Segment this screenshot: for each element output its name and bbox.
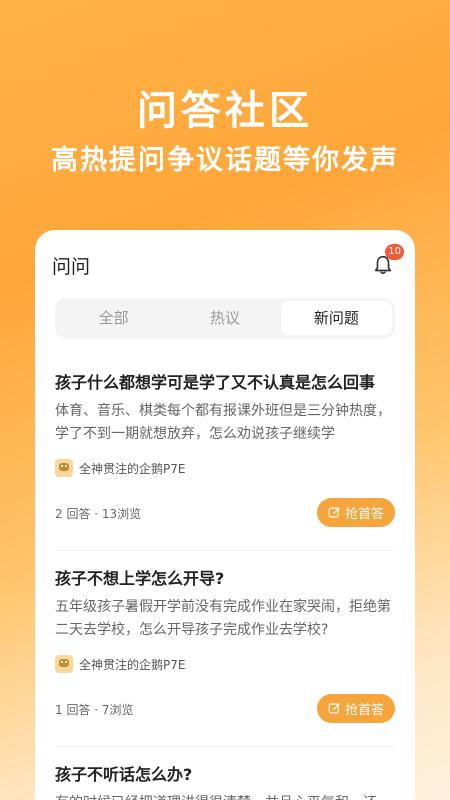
author-name: 全神贯注的企鹅P7E: [79, 461, 186, 476]
question-author: 全神贯注的企鹅P7E: [55, 654, 395, 674]
qa-card: 问问 10 全部 热议 新问题 孩子什么都想学可是学了又不认真是怎么回事 体育、…: [35, 230, 415, 800]
divider: [55, 746, 395, 747]
first-answer-button[interactable]: 抢首答: [317, 498, 395, 527]
question-body: 有的时候已经把道理讲得很清楚，并且心平气和，还: [55, 792, 395, 800]
question-author: 全神贯注的企鹅P7E: [55, 458, 395, 478]
question-item[interactable]: 孩子不听话怎么办? 有的时候已经把道理讲得很清楚，并且心平气和，还: [55, 764, 395, 800]
question-body: 五年级孩子暑假开学前没有完成作业在家哭闹，拒绝第二天去学校，怎么开导孩子完成作业…: [55, 599, 391, 638]
edit-icon: [328, 702, 341, 714]
question-stats: 1 回答 · 7浏览: [55, 703, 134, 717]
first-answer-button[interactable]: 抢首答: [317, 694, 395, 723]
question-footer: 1 回答 · 7浏览 抢首答: [55, 694, 395, 724]
hero-banner: 问答社区 高热提问争议话题等你发声: [0, 0, 450, 230]
divider: [55, 550, 395, 551]
card-header: 问问 10: [52, 244, 404, 280]
tab-hot[interactable]: 热议: [169, 301, 280, 335]
question-title[interactable]: 孩子什么都想学可是学了又不认真是怎么回事: [55, 372, 395, 394]
tab-new[interactable]: 新问题: [280, 301, 392, 335]
question-title[interactable]: 孩子不听话怎么办?: [55, 764, 395, 786]
question-title[interactable]: 孩子不想上学怎么开导?: [55, 568, 395, 590]
author-name: 全神贯注的企鹅P7E: [79, 657, 186, 672]
hero-subtitle: 高热提问争议话题等你发声: [51, 145, 399, 176]
avatar: [55, 459, 73, 477]
notification-badge: 10: [385, 244, 404, 260]
card-title: 问问: [52, 256, 91, 278]
question-item[interactable]: 孩子什么都想学可是学了又不认真是怎么回事 体育、音乐、棋类每个都有报课外班但是三…: [55, 372, 395, 528]
notification-button[interactable]: 10: [370, 244, 404, 278]
first-answer-label: 抢首答: [344, 703, 384, 718]
tab-bar: 全部 热议 新问题: [55, 298, 395, 338]
edit-icon: [328, 506, 341, 518]
first-answer-label: 抢首答: [344, 507, 384, 522]
question-item[interactable]: 孩子不想上学怎么开导? 五年级孩子暑假开学前没有完成作业在家哭闹，拒绝第二天去学…: [55, 568, 395, 724]
question-stats: 2 回答 · 13浏览: [55, 507, 142, 521]
question-footer: 2 回答 · 13浏览 抢首答: [55, 498, 395, 528]
avatar: [55, 655, 73, 673]
question-body: 体育、音乐、棋类每个都有报课外班但是三分钟热度，学了不到一期就想放弃，怎么劝说孩…: [55, 403, 391, 442]
hero-title: 问答社区: [137, 88, 313, 134]
tab-all[interactable]: 全部: [58, 301, 169, 335]
